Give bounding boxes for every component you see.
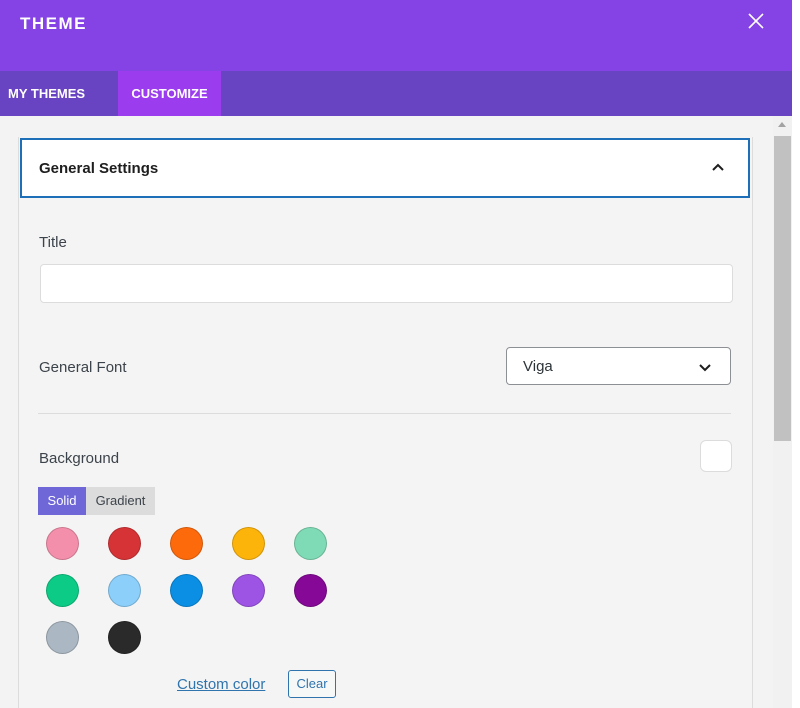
- accordion-title: General Settings: [39, 160, 159, 177]
- clear-button[interactable]: Clear: [288, 670, 336, 698]
- color-swatch[interactable]: [294, 574, 327, 607]
- color-swatch[interactable]: [108, 527, 141, 560]
- title-label: Title: [39, 234, 67, 251]
- background-label: Background: [39, 450, 120, 467]
- tab-bar: MY THEMES CUSTOMIZE: [0, 71, 792, 116]
- tab-my-themes[interactable]: MY THEMES: [0, 71, 118, 116]
- background-color-swatch[interactable]: [700, 440, 732, 472]
- background-mode-gradient[interactable]: Gradient: [86, 487, 155, 515]
- header-title: THEME: [20, 14, 87, 33]
- chevron-down-icon: [699, 364, 711, 372]
- color-swatch[interactable]: [232, 527, 265, 560]
- general-font-label: General Font: [39, 359, 127, 376]
- color-swatch[interactable]: [170, 527, 203, 560]
- scroll-up-arrow[interactable]: [778, 122, 786, 127]
- color-swatch[interactable]: [46, 574, 79, 607]
- color-swatch[interactable]: [46, 527, 79, 560]
- scrollbar-thumb[interactable]: [774, 136, 791, 441]
- accordion-toggle[interactable]: [709, 158, 727, 176]
- scrollbar[interactable]: [773, 116, 792, 708]
- title-input[interactable]: [40, 264, 733, 303]
- close-icon: [748, 13, 764, 29]
- color-swatch[interactable]: [46, 621, 79, 654]
- tab-customize[interactable]: CUSTOMIZE: [118, 71, 221, 116]
- custom-color-link[interactable]: Custom color: [177, 676, 265, 693]
- general-font-value: Viga: [523, 358, 553, 375]
- close-button[interactable]: [745, 10, 767, 32]
- color-swatch[interactable]: [108, 574, 141, 607]
- chevron-up-icon: [712, 163, 724, 171]
- color-swatch[interactable]: [232, 574, 265, 607]
- background-mode-solid[interactable]: Solid: [38, 487, 86, 515]
- divider: [38, 413, 731, 414]
- general-font-select[interactable]: Viga: [506, 347, 731, 385]
- window-edge: [792, 0, 800, 708]
- color-swatch[interactable]: [294, 527, 327, 560]
- theme-header: THEME: [0, 0, 792, 71]
- color-swatch[interactable]: [108, 621, 141, 654]
- color-swatch[interactable]: [170, 574, 203, 607]
- accordion-general-settings[interactable]: General Settings: [20, 138, 750, 198]
